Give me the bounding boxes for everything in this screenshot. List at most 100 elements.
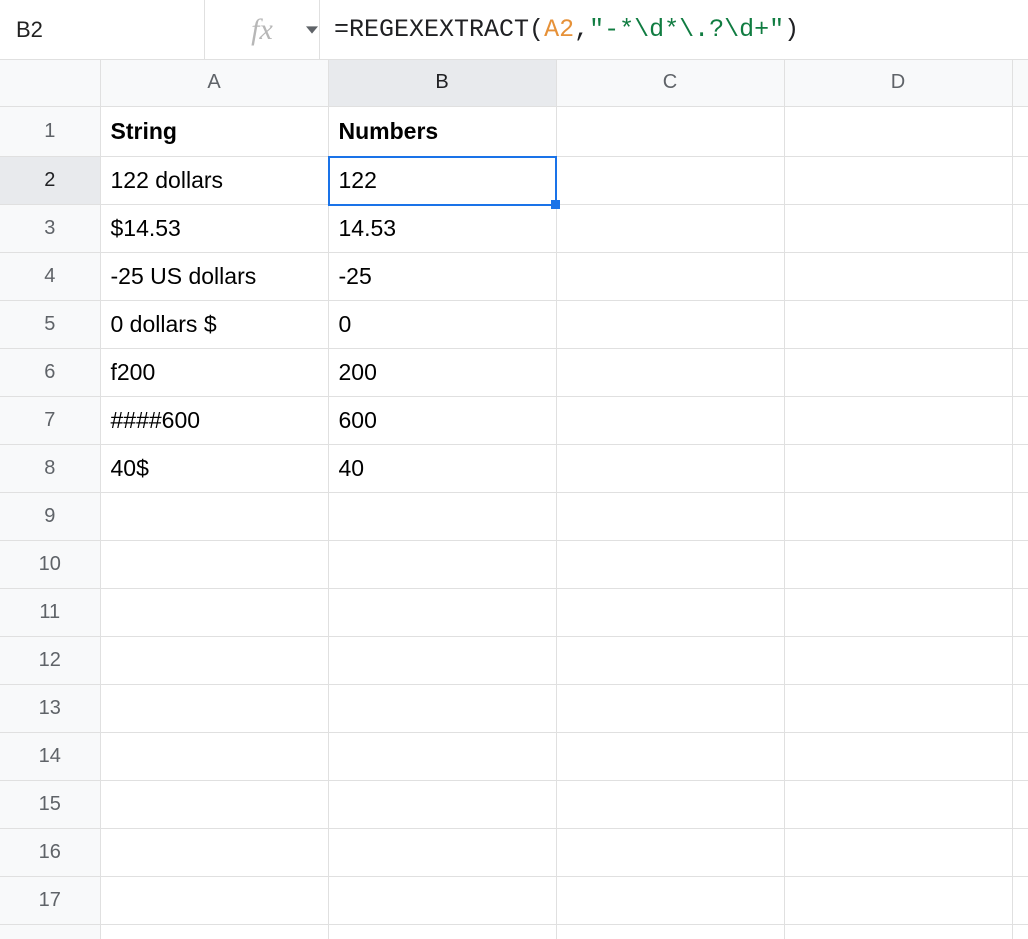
cell-B3[interactable]: 14.53 — [328, 204, 556, 252]
cell-D10[interactable] — [784, 540, 1012, 588]
cell-A17[interactable] — [100, 876, 328, 924]
row-header-18[interactable]: 18 — [0, 924, 100, 939]
cell-C8[interactable] — [556, 444, 784, 492]
cell-C5[interactable] — [556, 300, 784, 348]
cell-D17[interactable] — [784, 876, 1012, 924]
cell-C15[interactable] — [556, 780, 784, 828]
cell-A3[interactable]: $14.53 — [100, 204, 328, 252]
row-header-6[interactable]: 6 — [0, 348, 100, 396]
cell-A1[interactable]: String — [100, 106, 328, 156]
cell-B16[interactable] — [328, 828, 556, 876]
cell-C14[interactable] — [556, 732, 784, 780]
row-header-11[interactable]: 11 — [0, 588, 100, 636]
col-header-D[interactable]: D — [784, 60, 1012, 106]
cell-B14[interactable] — [328, 732, 556, 780]
row-header-12[interactable]: 12 — [0, 636, 100, 684]
name-box[interactable] — [14, 16, 306, 44]
cell-D1[interactable] — [784, 106, 1012, 156]
cell-E17[interactable] — [1012, 876, 1028, 924]
row-header-2[interactable]: 2 — [0, 156, 100, 204]
cell-E18[interactable] — [1012, 924, 1028, 939]
cell-E2[interactable] — [1012, 156, 1028, 204]
row-header-17[interactable]: 17 — [0, 876, 100, 924]
cell-C4[interactable] — [556, 252, 784, 300]
cell-A7[interactable]: ####600 — [100, 396, 328, 444]
cell-A4[interactable]: -25 US dollars — [100, 252, 328, 300]
cell-C18[interactable] — [556, 924, 784, 939]
cell-E8[interactable] — [1012, 444, 1028, 492]
cell-B18[interactable] — [328, 924, 556, 939]
cell-A10[interactable] — [100, 540, 328, 588]
cell-A2[interactable]: 122 dollars — [100, 156, 328, 204]
cell-E7[interactable] — [1012, 396, 1028, 444]
cell-D8[interactable] — [784, 444, 1012, 492]
cell-E15[interactable] — [1012, 780, 1028, 828]
cell-C10[interactable] — [556, 540, 784, 588]
row-header-3[interactable]: 3 — [0, 204, 100, 252]
cell-B5[interactable]: 0 — [328, 300, 556, 348]
row-header-7[interactable]: 7 — [0, 396, 100, 444]
cell-A18[interactable] — [100, 924, 328, 939]
cell-C11[interactable] — [556, 588, 784, 636]
cell-B17[interactable] — [328, 876, 556, 924]
cell-E4[interactable] — [1012, 252, 1028, 300]
cell-E16[interactable] — [1012, 828, 1028, 876]
cell-A8[interactable]: 40$ — [100, 444, 328, 492]
cell-D16[interactable] — [784, 828, 1012, 876]
row-header-9[interactable]: 9 — [0, 492, 100, 540]
cell-D14[interactable] — [784, 732, 1012, 780]
cell-A6[interactable]: f200 — [100, 348, 328, 396]
cell-B9[interactable] — [328, 492, 556, 540]
cell-B11[interactable] — [328, 588, 556, 636]
cell-A13[interactable] — [100, 684, 328, 732]
row-header-5[interactable]: 5 — [0, 300, 100, 348]
cell-B8[interactable]: 40 — [328, 444, 556, 492]
cell-C16[interactable] — [556, 828, 784, 876]
cell-E12[interactable] — [1012, 636, 1028, 684]
row-header-14[interactable]: 14 — [0, 732, 100, 780]
cell-E9[interactable] — [1012, 492, 1028, 540]
cell-E11[interactable] — [1012, 588, 1028, 636]
cell-A5[interactable]: 0 dollars $ — [100, 300, 328, 348]
row-header-15[interactable]: 15 — [0, 780, 100, 828]
cell-D13[interactable] — [784, 684, 1012, 732]
cell-B6[interactable]: 200 — [328, 348, 556, 396]
cell-E3[interactable] — [1012, 204, 1028, 252]
cell-D6[interactable] — [784, 348, 1012, 396]
formula-input[interactable]: =REGEXEXTRACT(A2,"-*\d*\.?\d+") — [320, 0, 1028, 59]
cell-E13[interactable] — [1012, 684, 1028, 732]
cell-C1[interactable] — [556, 106, 784, 156]
cell-C3[interactable] — [556, 204, 784, 252]
select-all-corner[interactable] — [0, 60, 100, 106]
cell-D2[interactable] — [784, 156, 1012, 204]
cell-E5[interactable] — [1012, 300, 1028, 348]
cell-C2[interactable] — [556, 156, 784, 204]
cell-D15[interactable] — [784, 780, 1012, 828]
cell-E1[interactable] — [1012, 106, 1028, 156]
cell-B13[interactable] — [328, 684, 556, 732]
row-header-1[interactable]: 1 — [0, 106, 100, 156]
cell-D3[interactable] — [784, 204, 1012, 252]
cell-B15[interactable] — [328, 780, 556, 828]
row-header-4[interactable]: 4 — [0, 252, 100, 300]
cell-B7[interactable]: 600 — [328, 396, 556, 444]
cell-D9[interactable] — [784, 492, 1012, 540]
cell-C7[interactable] — [556, 396, 784, 444]
cell-E10[interactable] — [1012, 540, 1028, 588]
cell-E6[interactable] — [1012, 348, 1028, 396]
cell-A14[interactable] — [100, 732, 328, 780]
cell-D4[interactable] — [784, 252, 1012, 300]
cell-D5[interactable] — [784, 300, 1012, 348]
col-header-C[interactable]: C — [556, 60, 784, 106]
cell-C17[interactable] — [556, 876, 784, 924]
name-box-dropdown-icon[interactable] — [306, 19, 318, 41]
row-header-16[interactable]: 16 — [0, 828, 100, 876]
cell-D12[interactable] — [784, 636, 1012, 684]
cell-B10[interactable] — [328, 540, 556, 588]
row-header-10[interactable]: 10 — [0, 540, 100, 588]
row-header-13[interactable]: 13 — [0, 684, 100, 732]
cell-B4[interactable]: -25 — [328, 252, 556, 300]
cell-A9[interactable] — [100, 492, 328, 540]
cell-A16[interactable] — [100, 828, 328, 876]
cell-A15[interactable] — [100, 780, 328, 828]
